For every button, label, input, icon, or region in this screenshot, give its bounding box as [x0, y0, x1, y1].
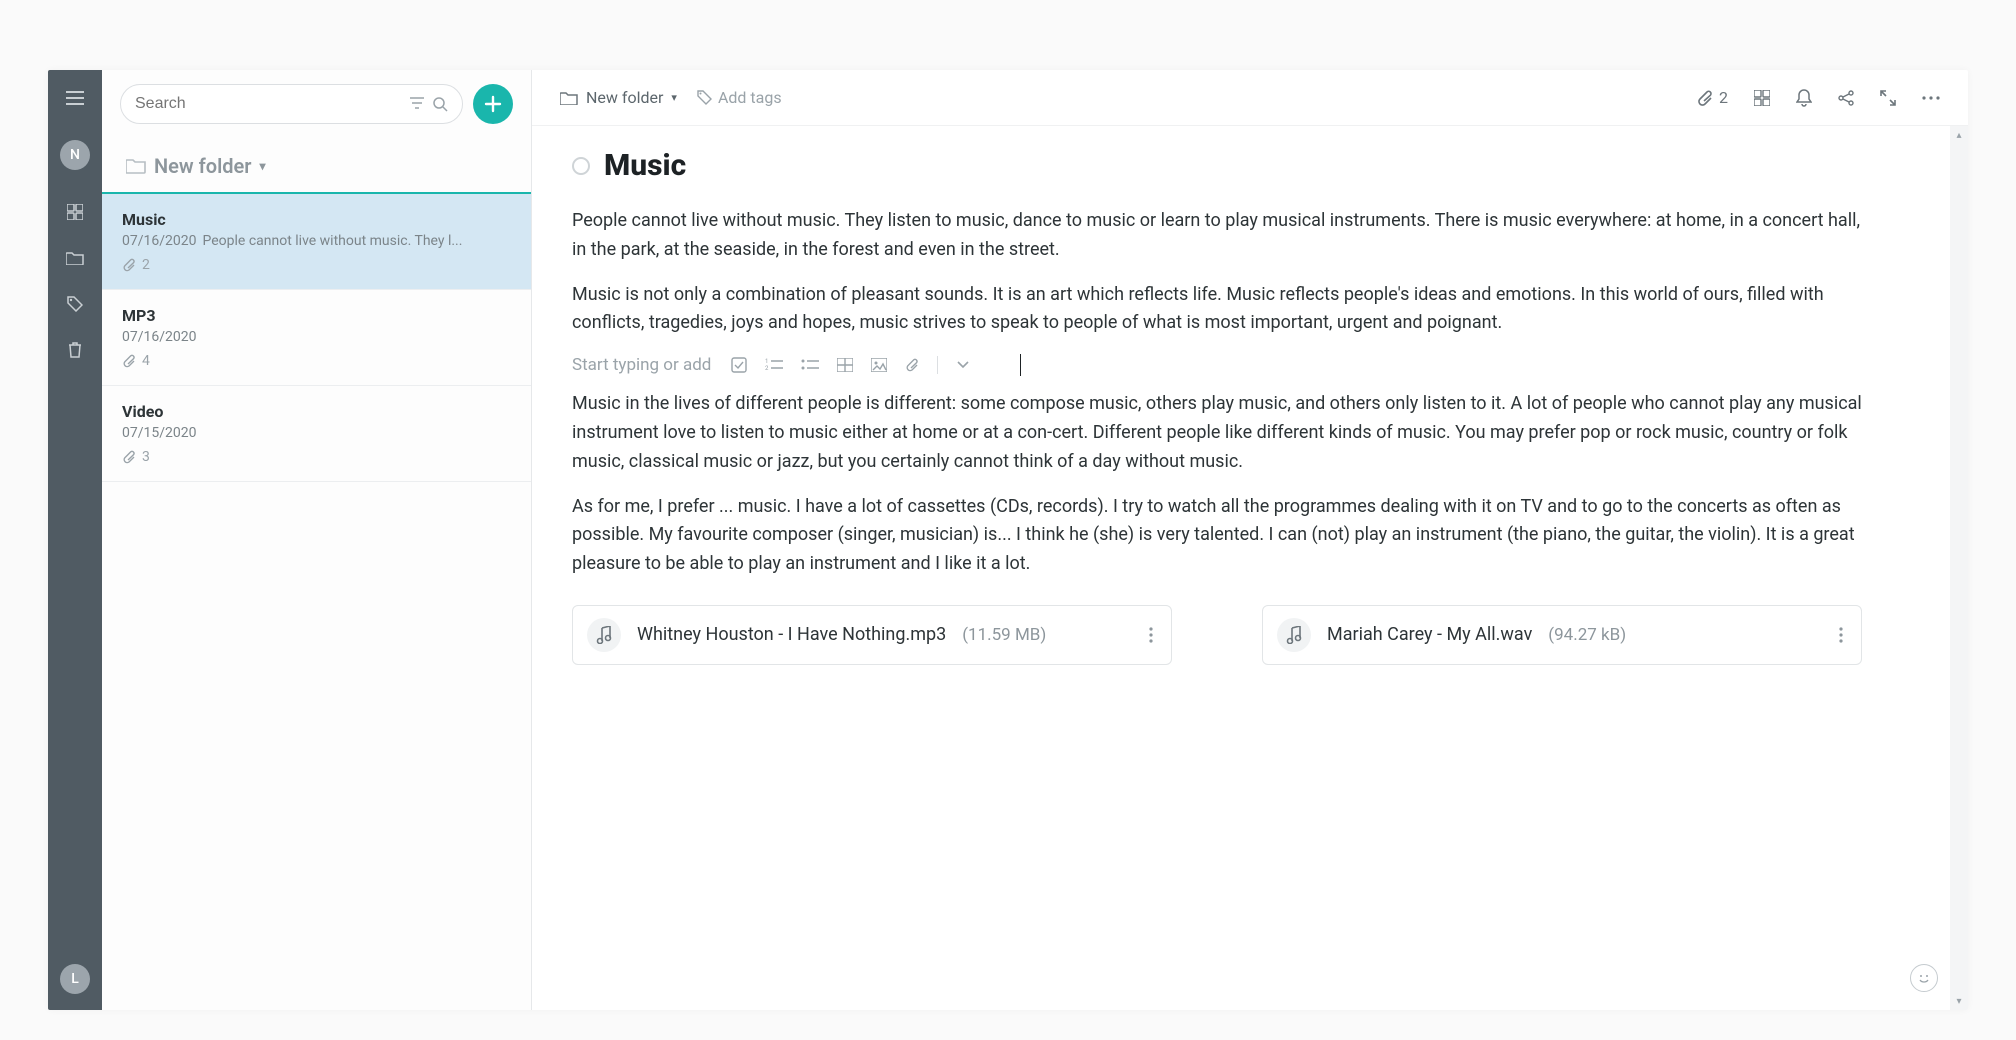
note-title: Video	[122, 402, 511, 421]
table-icon[interactable]	[837, 358, 853, 372]
attachment-size: (94.27 kB)	[1548, 625, 1626, 645]
add-tags-button[interactable]: Add tags	[697, 88, 782, 107]
filter-icon[interactable]	[410, 96, 424, 112]
paperclip-icon[interactable]	[905, 357, 919, 373]
expand-icon[interactable]	[1880, 90, 1896, 106]
music-note-icon	[587, 618, 621, 652]
search-input[interactable]	[135, 95, 410, 113]
paragraph[interactable]: Music in the lives of different people i…	[572, 390, 1872, 476]
attachment-card[interactable]: Mariah Carey - My All.wav (94.27 kB)	[1262, 605, 1862, 665]
paragraph[interactable]: Music is not only a combination of pleas…	[572, 281, 1872, 339]
new-note-button[interactable]	[473, 84, 513, 124]
editor-body[interactable]: Music People cannot live without music. …	[532, 126, 1968, 1010]
paragraph[interactable]: People cannot live without music. They l…	[572, 207, 1872, 265]
note-date: 07/16/2020	[122, 329, 197, 345]
tag-outline-icon	[697, 90, 712, 105]
chevron-down-icon: ▾	[671, 91, 677, 104]
note-attach-count: 4	[142, 353, 150, 369]
folder-header[interactable]: New folder ▾	[102, 138, 531, 194]
user-avatar[interactable]: L	[60, 964, 90, 994]
attachment-indicator[interactable]: 2	[1697, 88, 1728, 107]
checkbox-icon[interactable]	[731, 357, 747, 373]
grid-icon[interactable]	[1754, 90, 1770, 106]
note-attach-count: 3	[142, 449, 150, 465]
note-date: 07/15/2020	[122, 425, 197, 441]
scrollbar[interactable]: ▴ ▾	[1950, 126, 1968, 1010]
note-list-pane: New folder ▾ Music 07/16/2020 People can…	[102, 70, 532, 1010]
attachment-card[interactable]: Whitney Houston - I Have Nothing.mp3 (11…	[572, 605, 1172, 665]
attachment-size: (11.59 MB)	[962, 625, 1046, 645]
note-attach-count: 2	[142, 257, 150, 273]
folder-icon[interactable]	[59, 242, 91, 274]
workspace-avatar[interactable]: N	[60, 140, 90, 170]
folder-name: New folder	[154, 154, 252, 178]
svg-text:1: 1	[765, 358, 768, 365]
nav-rail: N L	[48, 70, 102, 1010]
scroll-up-icon[interactable]: ▴	[1952, 128, 1966, 142]
separator	[937, 356, 938, 374]
breadcrumb-folder: New folder	[586, 88, 663, 107]
note-list: Music 07/16/2020 People cannot live with…	[102, 194, 531, 1010]
folder-outline-icon	[126, 158, 146, 174]
paperclip-icon	[1697, 90, 1713, 106]
bell-icon[interactable]	[1796, 89, 1812, 107]
add-tags-label: Add tags	[718, 88, 782, 107]
note-date: 07/16/2020	[122, 233, 197, 249]
note-preview: People cannot live without music. They l…	[203, 233, 463, 249]
insert-placeholder: Start typing or add	[572, 355, 711, 375]
emoji-icon[interactable]	[1910, 964, 1938, 992]
list-toolbar	[102, 70, 531, 138]
dashboard-icon[interactable]	[59, 196, 91, 228]
editor-toolbar: New folder ▾ Add tags 2	[532, 70, 1968, 126]
tag-icon[interactable]	[59, 288, 91, 320]
chevron-down-icon[interactable]	[956, 360, 970, 370]
bullet-list-icon[interactable]	[801, 358, 819, 372]
paperclip-icon	[122, 354, 136, 368]
attachment-list: Whitney Houston - I Have Nothing.mp3 (11…	[572, 605, 1928, 665]
note-item-video[interactable]: Video 07/15/2020 3	[102, 386, 531, 482]
breadcrumb[interactable]: New folder ▾	[560, 88, 677, 107]
image-icon[interactable]	[871, 358, 887, 372]
music-note-icon	[1277, 618, 1311, 652]
attachment-count: 2	[1719, 88, 1728, 107]
paragraph[interactable]: As for me, I prefer ... music. I have a …	[572, 493, 1872, 579]
folder-outline-icon	[560, 91, 578, 105]
paperclip-icon	[122, 258, 136, 272]
share-icon[interactable]	[1838, 90, 1854, 106]
todo-circle-icon[interactable]	[572, 157, 590, 175]
attachment-name: Mariah Carey - My All.wav	[1327, 624, 1532, 645]
search-icon[interactable]	[432, 96, 448, 112]
scroll-down-icon[interactable]: ▾	[1952, 994, 1966, 1008]
note-item-music[interactable]: Music 07/16/2020 People cannot live with…	[102, 194, 531, 290]
trash-icon[interactable]	[59, 334, 91, 366]
more-icon[interactable]	[1922, 96, 1940, 100]
note-item-mp3[interactable]: MP3 07/16/2020 4	[102, 290, 531, 386]
attachment-menu-icon[interactable]	[1145, 623, 1157, 647]
note-title: Music	[122, 210, 511, 229]
attachment-menu-icon[interactable]	[1835, 623, 1847, 647]
numbered-list-icon[interactable]: 12	[765, 358, 783, 372]
app-window: N L	[48, 70, 1968, 1010]
chevron-down-icon: ▾	[260, 159, 266, 173]
insert-toolbar: Start typing or add 12	[572, 354, 1928, 376]
hamburger-menu-icon[interactable]	[59, 82, 91, 114]
search-box[interactable]	[120, 84, 463, 124]
note-title: MP3	[122, 306, 511, 325]
text-cursor	[1020, 354, 1021, 376]
document-title[interactable]: Music	[604, 148, 686, 183]
editor-pane: New folder ▾ Add tags 2	[532, 70, 1968, 1010]
attachment-name: Whitney Houston - I Have Nothing.mp3	[637, 624, 946, 645]
paperclip-icon	[122, 450, 136, 464]
svg-text:2: 2	[765, 365, 769, 372]
